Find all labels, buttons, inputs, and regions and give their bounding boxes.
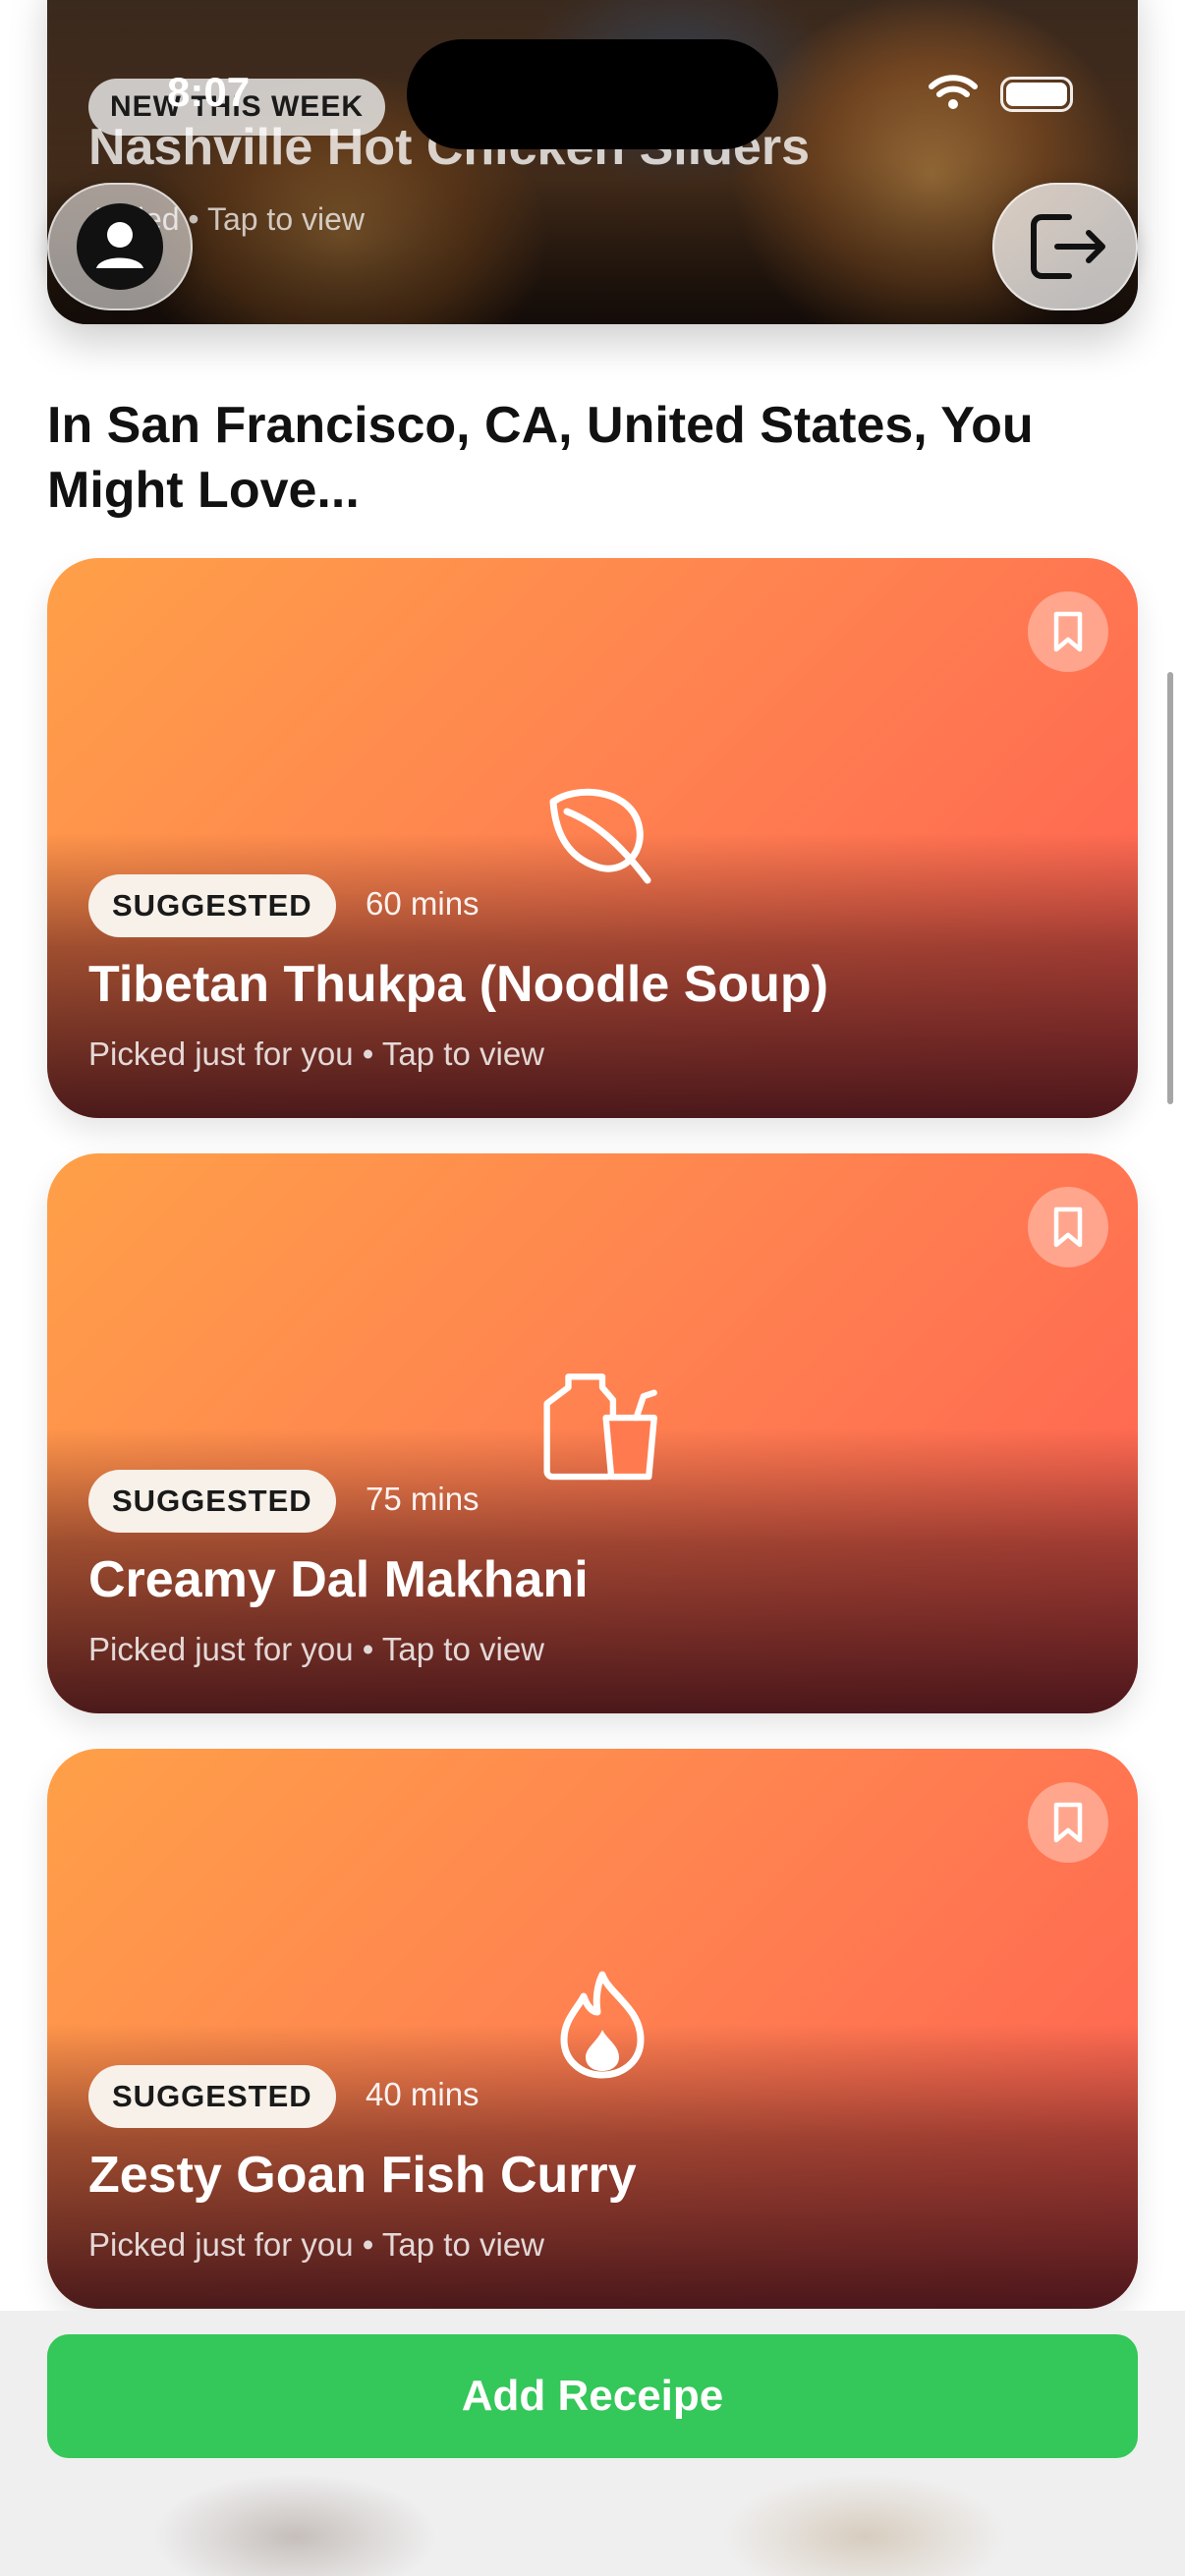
flame-icon (543, 1965, 661, 2083)
bookmark-icon (1053, 1206, 1083, 1248)
recipe-title: Zesty Goan Fish Curry (88, 2147, 637, 2204)
dynamic-island (407, 39, 778, 149)
bookmark-button[interactable] (1028, 591, 1108, 672)
scroll-indicator[interactable] (1167, 672, 1173, 1104)
logout-button[interactable] (992, 183, 1138, 310)
bookmark-button[interactable] (1028, 1782, 1108, 1863)
wifi-icon (929, 75, 978, 109)
profile-icon (77, 203, 163, 290)
leaf-icon (543, 774, 661, 892)
suggested-badge: SUGGESTED (88, 1470, 336, 1533)
bookmark-icon (1053, 1802, 1083, 1843)
suggested-badge: SUGGESTED (88, 874, 336, 937)
recipe-subtitle: Picked just for you • Tap to view (88, 1631, 544, 1667)
recipe-card-thukpa[interactable]: SUGGESTED 60 mins Tibetan Thukpa (Noodle… (47, 558, 1138, 1118)
recipe-time: 40 mins (366, 2076, 480, 2112)
add-recipe-button[interactable]: Add Receipe (47, 2334, 1138, 2458)
battery-icon (1000, 77, 1073, 112)
bookmark-button[interactable] (1028, 1187, 1108, 1267)
recipe-title: Creamy Dal Makhani (88, 1551, 589, 1608)
recipe-time: 60 mins (366, 885, 480, 922)
jar-cup-icon (543, 1370, 661, 1487)
status-time: 8:07 (167, 69, 251, 115)
recipe-subtitle: Picked just for you • Tap to view (88, 2226, 544, 2263)
logout-icon (1031, 214, 1105, 279)
recipe-subtitle: Picked just for you • Tap to view (88, 1036, 544, 1072)
recipe-time: 75 mins (366, 1481, 480, 1517)
suggested-badge: SUGGESTED (88, 2065, 336, 2128)
profile-button[interactable] (47, 183, 193, 310)
recipe-card-dal-makhani[interactable]: SUGGESTED 75 mins Creamy Dal Makhani Pic… (47, 1153, 1138, 1713)
section-title: In San Francisco, CA, United States, You… (47, 397, 1034, 519)
recipe-card-goan-fish-curry[interactable]: SUGGESTED 40 mins Zesty Goan Fish Curry … (47, 1749, 1138, 2309)
bookmark-icon (1053, 611, 1083, 652)
recipe-title: Tibetan Thukpa (Noodle Soup) (88, 956, 829, 1013)
